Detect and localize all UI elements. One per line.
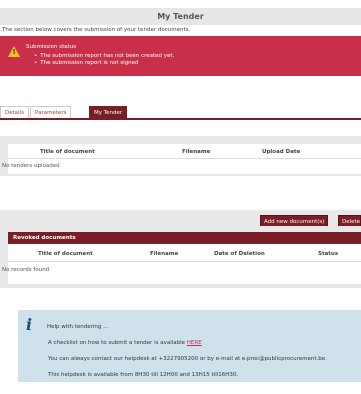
submission-status-alert: Submission status The submission report … <box>0 36 361 76</box>
tab-bar: Details Parameters My Tender <box>0 106 361 120</box>
tab-details[interactable]: Details <box>0 106 30 118</box>
documents-table: Title of document Filename Upload Date N… <box>2 144 361 174</box>
revoked-table: Revoked documents Title of document File… <box>2 232 361 284</box>
alert-list: The submission report has not been creat… <box>34 53 174 67</box>
col-title: Title of document <box>40 149 95 155</box>
help-title: Help with tendering ... <box>47 324 109 330</box>
col-filename: Filename <box>182 149 211 155</box>
documents-section: Title of document Filename Upload Date N… <box>0 136 361 176</box>
help-box: i Help with tendering ... A checklist on… <box>18 310 361 382</box>
revoked-header-row: Title of document Filename Date of Delet… <box>8 248 361 260</box>
help-checklist-text: A checklist on how to submit a tender is… <box>48 340 187 346</box>
help-hours-line: This helpdesk is available from 8H30 til… <box>48 372 239 378</box>
divider <box>8 261 361 262</box>
tab-my-tender[interactable]: My Tender <box>89 106 128 118</box>
warning-icon <box>8 46 20 57</box>
col-date-of-deletion: Date of Deletion <box>214 251 265 257</box>
alert-item: The submission report is not signed <box>34 60 174 67</box>
checklist-link[interactable]: HERE <box>187 340 202 346</box>
divider <box>8 158 361 159</box>
page-title: My Tender <box>0 8 361 25</box>
alert-item: The submission report has not been creat… <box>34 53 174 60</box>
help-checklist-line: A checklist on how to submit a tender is… <box>48 340 202 346</box>
revoked-header: Revoked documents <box>8 232 361 244</box>
revoked-section: Revoked documents Title of document File… <box>0 226 361 288</box>
revoked-empty-message: No records found <box>2 267 50 273</box>
documents-empty-message: No tenders uploaded <box>2 163 60 169</box>
tab-parameters[interactable]: Parameters <box>30 106 72 118</box>
alert-title: Submission status <box>26 44 77 50</box>
documents-header-row: Title of document Filename Upload Date <box>8 146 361 158</box>
col-status: Status <box>318 251 339 257</box>
col-upload-date: Upload Date <box>262 149 301 155</box>
intro-text: The section below covers the submission … <box>2 27 191 33</box>
col-title: Title of document <box>38 251 93 257</box>
col-filename: Filename <box>150 251 179 257</box>
info-icon: i <box>26 315 33 334</box>
help-contact-line: You can always contact our helpdesk at +… <box>48 356 327 362</box>
